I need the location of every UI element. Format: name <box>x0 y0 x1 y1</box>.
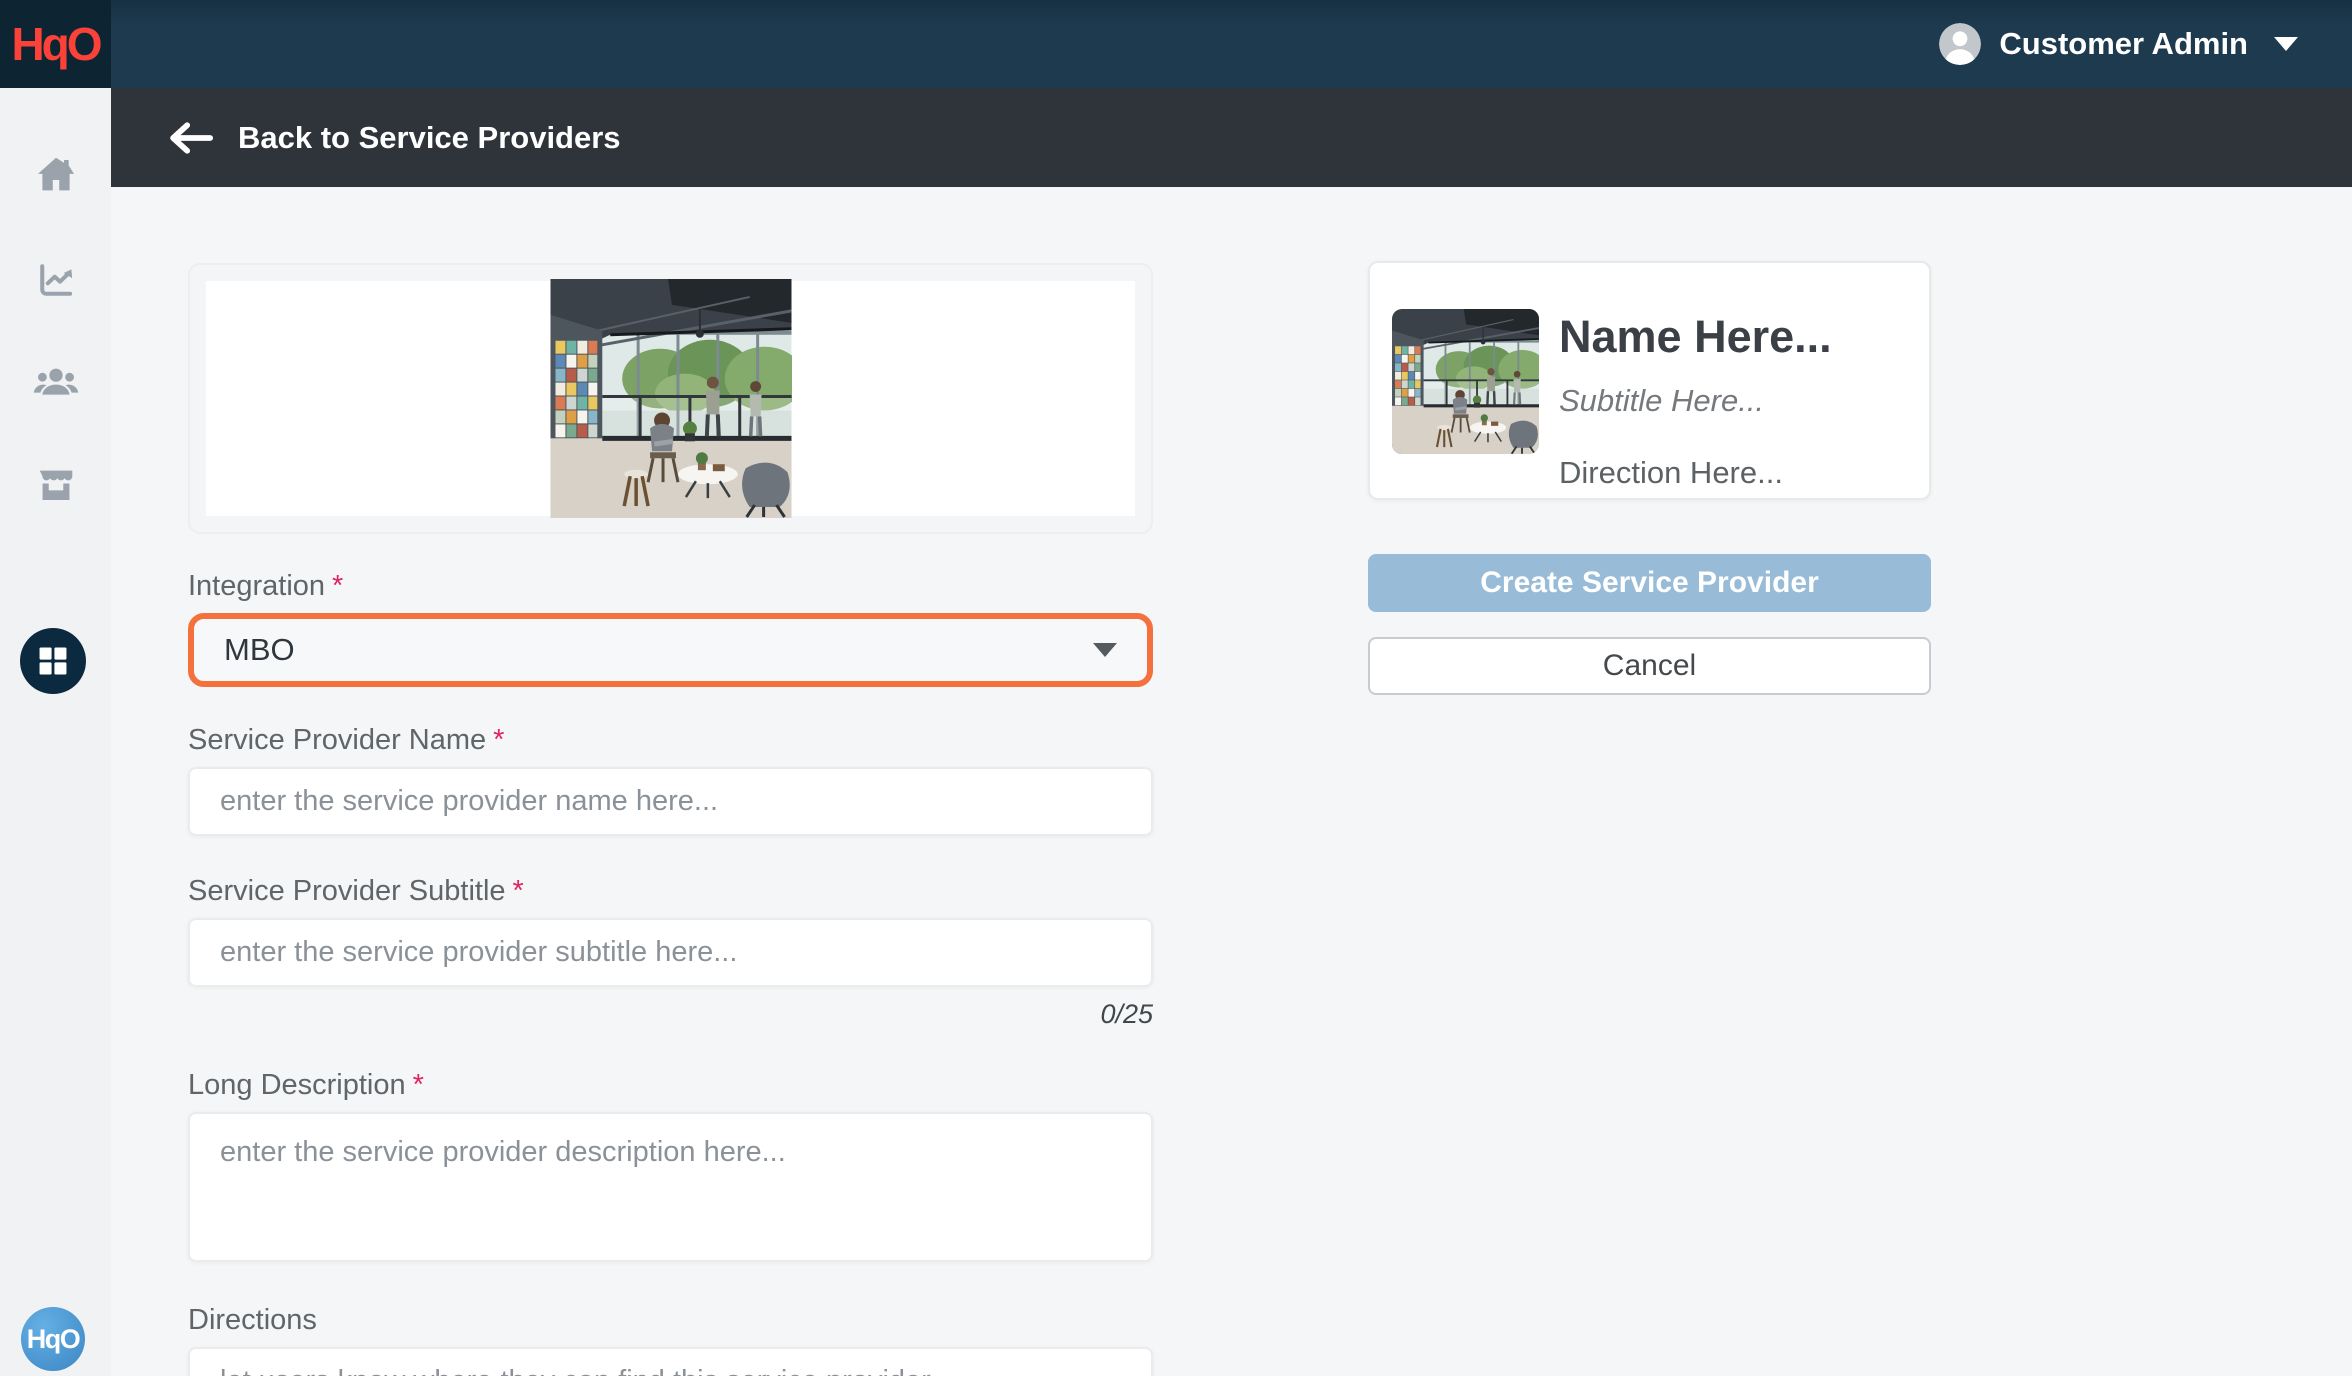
cancel-button[interactable]: Cancel <box>1368 637 1931 695</box>
directions-input[interactable] <box>188 1347 1153 1376</box>
select-caret-icon <box>1093 643 1117 657</box>
back-arrow-icon <box>168 120 214 156</box>
provider-subtitle-label: Service Provider Subtitle* <box>188 875 1153 908</box>
main-content: Integration* MBO Service Provider Name* … <box>111 187 2352 1376</box>
service-provider-form: Integration* MBO Service Provider Name* … <box>188 263 1153 1376</box>
preview-subtitle: Subtitle Here... <box>1559 383 1832 419</box>
user-name: Customer Admin <box>1999 26 2248 62</box>
long-description-textarea[interactable] <box>188 1112 1153 1262</box>
preview-thumbnail <box>1392 309 1539 454</box>
top-bar: HqO Customer Admin <box>0 0 2352 88</box>
sidebar-item-marketplace[interactable] <box>0 455 111 515</box>
create-service-provider-button[interactable]: Create Service Provider <box>1368 554 1931 612</box>
preview-texts: Name Here... Subtitle Here... Direction … <box>1559 309 1832 491</box>
image-upload-card[interactable] <box>188 263 1153 534</box>
hqo-footer-logo[interactable]: HqO <box>21 1307 85 1371</box>
sidebar-item-service-providers-active[interactable] <box>20 628 86 694</box>
required-asterisk: * <box>332 570 343 602</box>
users-icon <box>32 358 80 406</box>
required-asterisk: * <box>493 724 504 756</box>
home-icon <box>33 152 79 198</box>
back-button-label: Back to Service Providers <box>238 120 621 156</box>
sidebar-item-home[interactable] <box>0 145 111 205</box>
provider-name-input[interactable] <box>188 767 1153 836</box>
directions-label: Directions <box>188 1304 1153 1337</box>
image-upload-inner <box>206 281 1135 516</box>
user-avatar-icon <box>1939 23 1981 65</box>
preview-direction: Direction Here... <box>1559 455 1832 491</box>
sidebar-item-users[interactable] <box>0 352 111 412</box>
integration-selected-value: MBO <box>224 632 295 668</box>
service-provider-preview-card: Name Here... Subtitle Here... Direction … <box>1368 261 1931 500</box>
back-button[interactable]: Back to Service Providers <box>168 120 621 156</box>
trend-chart-icon <box>34 258 78 302</box>
hqo-logo-text: HqO <box>11 17 99 71</box>
long-description-label: Long Description* <box>188 1069 1153 1102</box>
user-menu[interactable]: Customer Admin <box>1939 0 2298 88</box>
integration-select[interactable]: MBO <box>188 613 1153 687</box>
subtitle-char-counter: 0/25 <box>188 999 1153 1030</box>
chevron-down-icon <box>2274 37 2298 51</box>
provider-subtitle-input[interactable] <box>188 918 1153 987</box>
sidebar: HqO <box>0 88 111 1376</box>
grid-icon <box>34 642 72 680</box>
storefront-icon <box>33 462 79 508</box>
required-asterisk: * <box>413 1069 424 1101</box>
integration-label: Integration* <box>188 570 1153 603</box>
provider-name-label: Service Provider Name* <box>188 724 1153 757</box>
required-asterisk: * <box>513 875 524 907</box>
page-header: Back to Service Providers <box>111 88 2352 187</box>
hqo-logo[interactable]: HqO <box>0 0 111 88</box>
service-provider-photo <box>550 279 792 518</box>
preview-name: Name Here... <box>1559 311 1832 363</box>
sidebar-item-analytics[interactable] <box>0 250 111 310</box>
hqo-footer-logo-text: HqO <box>27 1324 80 1355</box>
preview-column: Name Here... Subtitle Here... Direction … <box>1368 261 1931 695</box>
